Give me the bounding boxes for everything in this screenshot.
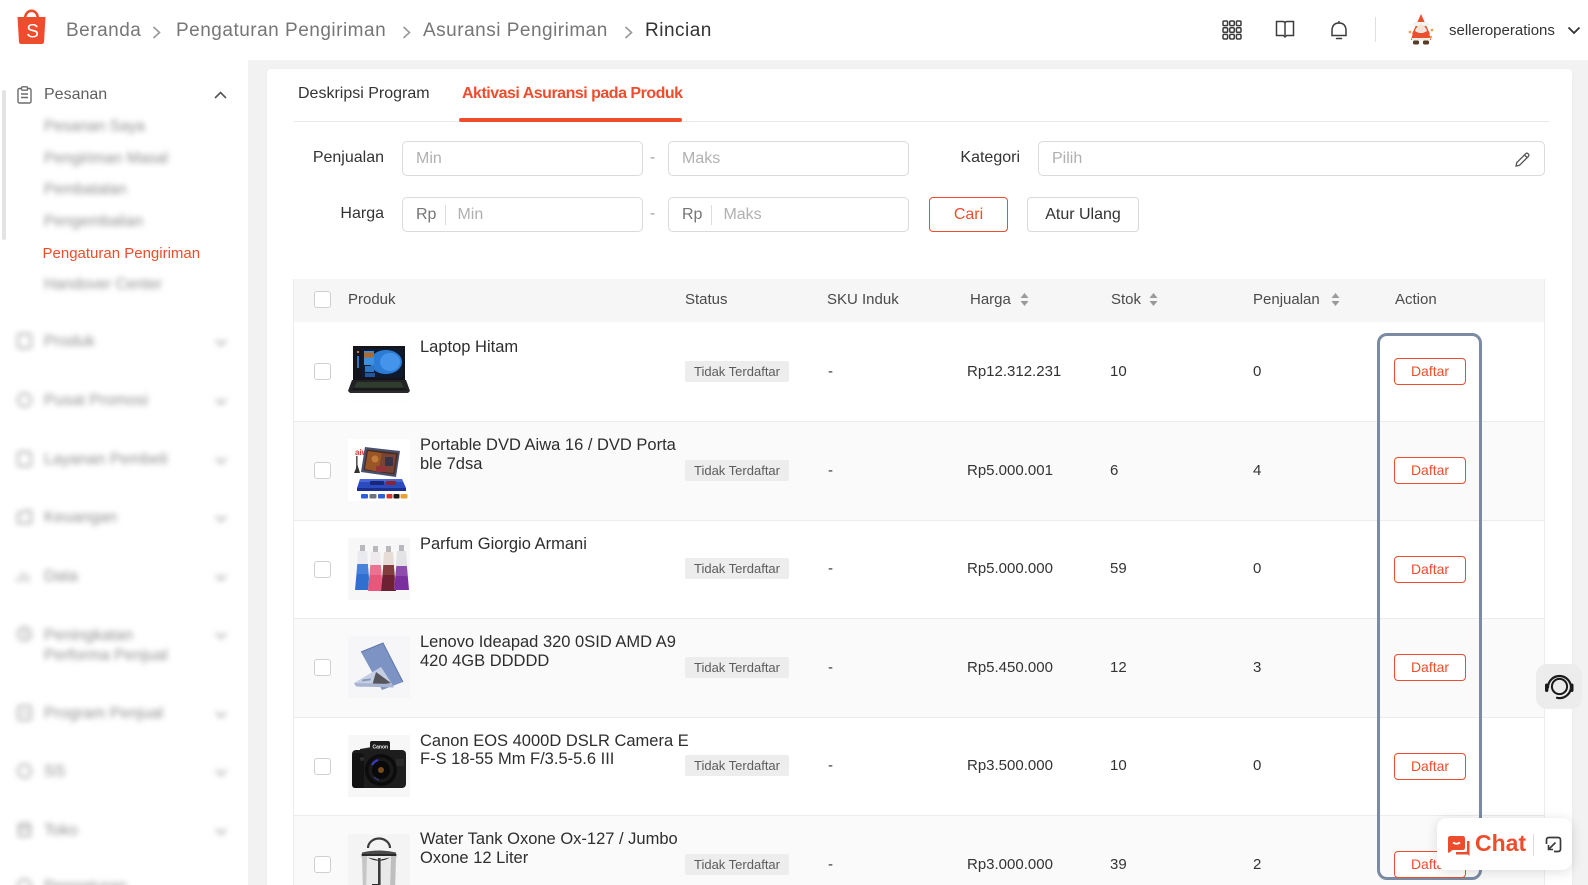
svg-text:S: S [26, 22, 39, 43]
svg-text:Canon: Canon [373, 744, 389, 750]
